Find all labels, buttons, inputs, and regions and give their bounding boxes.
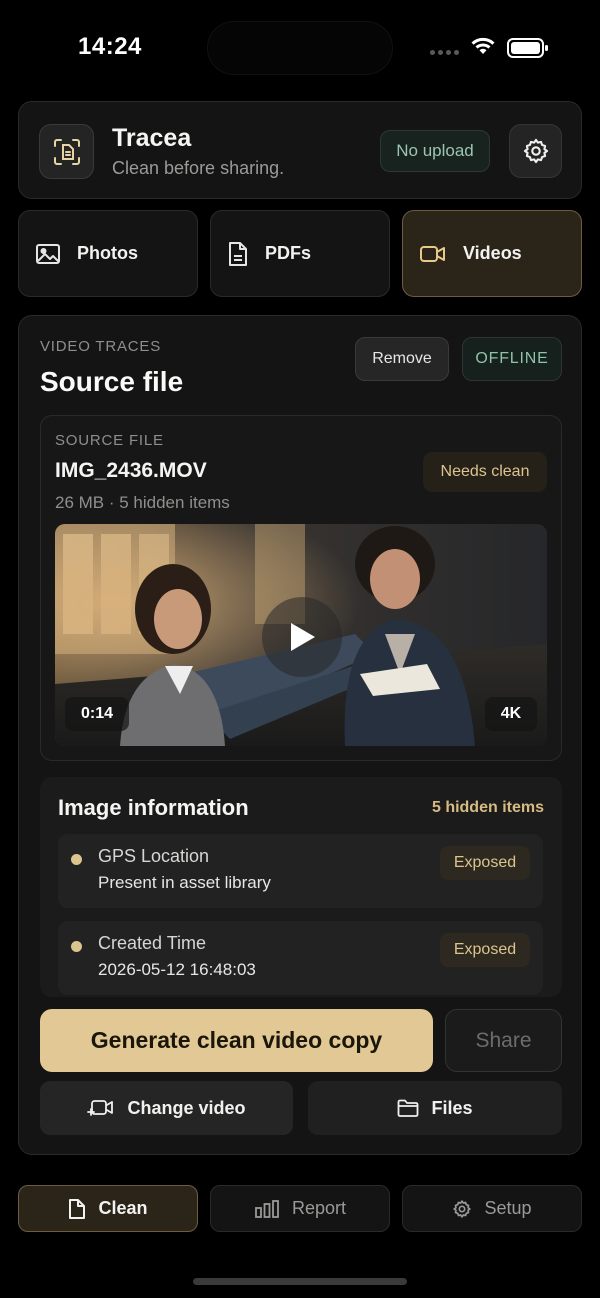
- bar-chart-icon: [255, 1199, 279, 1218]
- section-title: Source file: [40, 366, 184, 397]
- trace-name: Created Time: [98, 933, 207, 953]
- gear-icon: [453, 1199, 472, 1218]
- info-title: Image information: [58, 795, 249, 820]
- nav-clean[interactable]: Clean: [18, 1185, 198, 1232]
- trace-name: GPS Location: [98, 846, 210, 866]
- files-button[interactable]: Files: [308, 1081, 562, 1135]
- video-add-icon: [87, 1100, 114, 1116]
- folder-icon: [398, 1099, 419, 1117]
- document-icon: [69, 1198, 86, 1219]
- share-button[interactable]: Share: [445, 1009, 562, 1072]
- tab-pdfs[interactable]: PDFs: [210, 210, 390, 297]
- nav-report[interactable]: Report: [210, 1185, 390, 1232]
- status-dot: [71, 854, 82, 865]
- tab-videos-label: Videos: [463, 243, 522, 263]
- video-traces-card: VIDEO TRACES Source file Remove OFFLINE …: [18, 315, 582, 1155]
- app-header: Tracea Clean before sharing. No upload: [18, 101, 582, 199]
- status-time: 14:24: [78, 33, 142, 60]
- video-duration: 0:14: [65, 697, 129, 731]
- needs-clean-badge: Needs clean: [423, 452, 547, 492]
- generate-clean-copy-button[interactable]: Generate clean video copy: [40, 1009, 433, 1072]
- video-thumbnail[interactable]: 0:14 4K: [55, 524, 547, 746]
- tab-pdfs-label: PDFs: [265, 243, 312, 263]
- nav-setup[interactable]: Setup: [402, 1185, 582, 1232]
- video-quality-badge: 4K: [485, 697, 537, 731]
- app-title: Tracea: [112, 124, 192, 152]
- file-meta: 26 MB · 5 hidden items: [55, 493, 230, 512]
- tab-photos[interactable]: Photos: [18, 210, 198, 297]
- photo-icon: [36, 243, 60, 264]
- no-upload-badge: No upload: [380, 130, 490, 172]
- app-subtitle: Clean before sharing.: [112, 158, 285, 178]
- battery-icon: [507, 38, 548, 58]
- files-label: Files: [431, 1097, 473, 1118]
- tab-photos-label: Photos: [77, 243, 138, 263]
- trace-value: Present in asset library: [98, 873, 271, 892]
- document-scan-icon: [39, 124, 94, 179]
- section-eyebrow: VIDEO TRACES: [40, 338, 162, 355]
- remove-button[interactable]: Remove: [355, 337, 449, 381]
- trace-row[interactable]: GPS Location Present in asset library Ex…: [58, 834, 543, 908]
- file-name: IMG_2436.MOV: [55, 459, 207, 482]
- document-icon: [229, 241, 247, 266]
- settings-button[interactable]: [509, 124, 562, 178]
- hidden-items-count: 5 hidden items: [431, 799, 544, 816]
- status-bar: 14:24: [0, 0, 600, 96]
- gear-icon: [523, 138, 548, 164]
- image-information-panel: Image information 5 hidden items GPS Loc…: [40, 777, 562, 997]
- source-file-eyebrow: SOURCE FILE: [55, 432, 164, 449]
- exposed-badge: Exposed: [440, 933, 530, 967]
- tab-videos[interactable]: Videos: [402, 210, 582, 297]
- trace-row[interactable]: Created Time 2026-05-12 16:48:03 Exposed: [58, 921, 543, 995]
- trace-value: 2026-05-12 16:48:03: [98, 960, 256, 979]
- home-indicator: [193, 1278, 407, 1285]
- status-dot: [71, 941, 82, 952]
- change-video-button[interactable]: Change video: [40, 1081, 293, 1135]
- offline-badge: OFFLINE: [462, 337, 562, 381]
- nav-setup-label: Setup: [484, 1198, 532, 1218]
- dynamic-island: [207, 21, 393, 75]
- source-file-card: SOURCE FILE IMG_2436.MOV 26 MB · 5 hidde…: [40, 415, 562, 761]
- change-video-label: Change video: [127, 1097, 246, 1118]
- wifi-icon: [471, 37, 495, 54]
- cellular-signal-icon: [430, 50, 459, 55]
- play-icon: [291, 623, 315, 651]
- nav-report-label: Report: [291, 1198, 347, 1218]
- nav-clean-label: Clean: [98, 1198, 148, 1218]
- play-button[interactable]: [262, 597, 342, 677]
- video-camera-icon: [420, 245, 445, 262]
- exposed-badge: Exposed: [440, 846, 530, 880]
